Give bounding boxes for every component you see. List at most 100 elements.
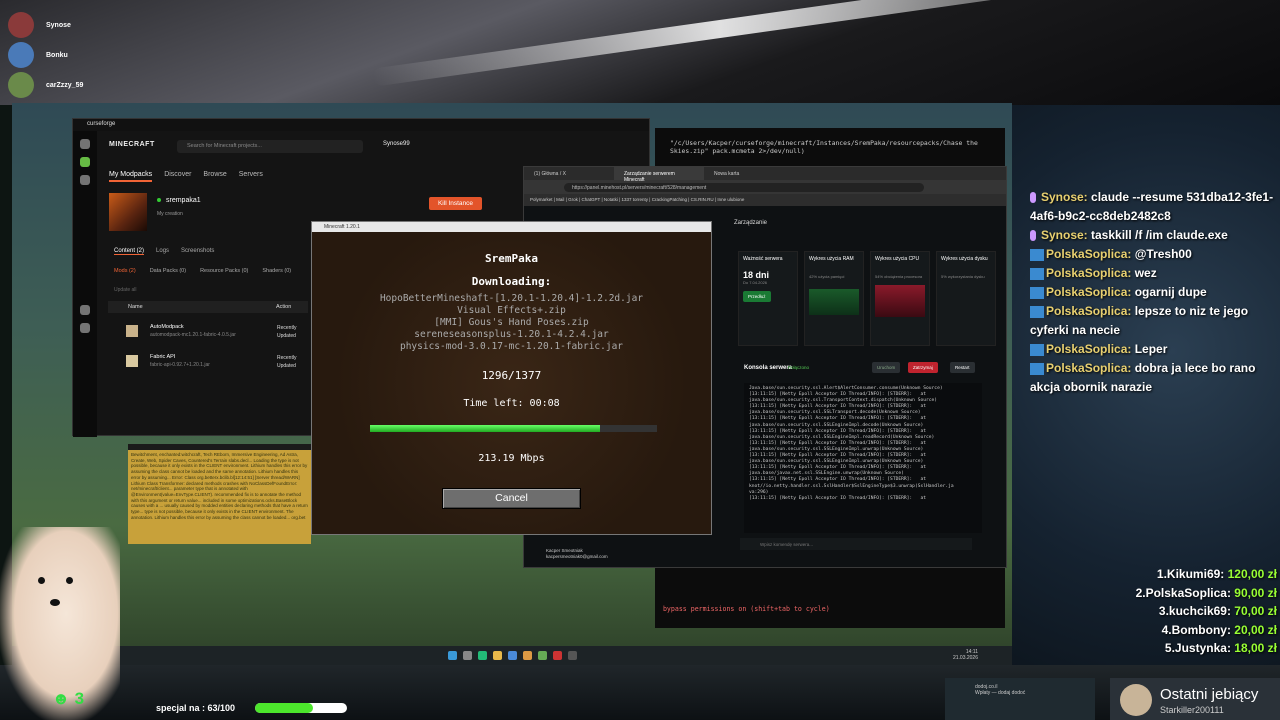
donation-amount: 20,00 zł (1234, 622, 1277, 637)
chat-text: Leper (1134, 342, 1168, 356)
tab-x[interactable]: (1) Główna / X (524, 167, 614, 180)
col-name[interactable]: Name (128, 304, 143, 310)
likes-value: 3 (74, 689, 85, 708)
address-bar: https://panel.minehost.pl/servers/minecr… (524, 180, 1006, 194)
minecraft-logo: MINECRAFT (109, 141, 155, 148)
file-list: HopoBetterMineshaft-[1.20.1-1.20.4]-1.2.… (312, 293, 711, 353)
window-title: curseforge (73, 119, 649, 131)
table-row[interactable]: Fabric API fabric-api-0.92.7+1.20.1.jar … (108, 349, 308, 375)
badge-icon (1030, 362, 1044, 375)
store-icon[interactable] (507, 651, 517, 660)
chrome-icon[interactable] (522, 651, 532, 660)
add-icon[interactable] (80, 175, 90, 185)
light-streak (372, 0, 1068, 87)
url-input[interactable]: https://panel.minehost.pl/servers/minecr… (564, 182, 924, 192)
donation-amount: 70,00 zł (1234, 604, 1277, 618)
folder-icon[interactable] (492, 651, 502, 660)
chat-message: PolskaSoplica: lepsze to niz te jego cyf… (1030, 302, 1280, 340)
donation-row: 3.kuchcik69: 70,00 zł (1136, 602, 1277, 621)
filter-resource-packs[interactable]: Resource Packs (0) (200, 268, 248, 274)
donor-name: 5.Justynka: (1164, 641, 1235, 655)
user-menu[interactable]: Synose99 (383, 141, 410, 147)
donation-row: 1.Kikumi69: 120,00 zł (1136, 565, 1277, 584)
card-title: Wykres użycia RAM (809, 256, 854, 262)
chat-message: PolskaSoplica: ogarnij dupe (1030, 283, 1280, 302)
chat-username: PolskaSoplica: (1046, 304, 1135, 318)
chat-message: Synose: claude --resume 531dba12-3fe1-4a… (1030, 188, 1280, 226)
tab-screenshots[interactable]: Screenshots (181, 248, 214, 255)
curseforge-nav: My Modpacks Discover Browse Servers (109, 171, 263, 182)
restart-button[interactable]: Restart (950, 362, 975, 373)
filter-shaders[interactable]: Shaders (0) (262, 268, 291, 274)
nav-my-modpacks[interactable]: My Modpacks (109, 171, 153, 182)
cancel-button[interactable]: Cancel (442, 488, 581, 509)
card-disk: Wykres użycia dysku 5% wykorzystania dys… (936, 251, 996, 346)
terminal-icon[interactable] (567, 651, 577, 660)
donation-amount: 90,00 zł (1234, 585, 1277, 600)
tab-new[interactable]: Nowa karta (704, 167, 794, 180)
donation-leaderboard: 1.Kikumi69: 120,00 zł 2.PolskaSoplica: 90… (1136, 565, 1277, 658)
mod-file: fabric-api-0.92.7+1.20.1.jar (150, 362, 210, 368)
chat-message: PolskaSoplica: @Tresh00 (1030, 245, 1280, 264)
search-icon[interactable] (462, 651, 472, 660)
start-button[interactable]: Uruchom (872, 362, 901, 373)
chat-message: Synose: taskkill /f /im claude.exe (1030, 226, 1280, 245)
bookmarks-bar[interactable]: Polymarket | Mail | Grok | ChatGPT | Not… (524, 194, 1006, 206)
avatar (1120, 684, 1152, 716)
chat-username: Synose: (1041, 190, 1092, 204)
discord-icon[interactable] (80, 305, 90, 315)
card-validity: Ważność serwera 18 dni Do 7.04.2026 Prze… (738, 251, 798, 346)
chat-text: @Tresh00 (1134, 247, 1192, 261)
minecraft-icon[interactable] (537, 651, 547, 660)
tab-logs[interactable]: Logs (156, 248, 169, 255)
widget-sub: Wpłaty — dodaj dodoć (975, 690, 1026, 696)
mod-status: Recently Updated (277, 325, 297, 339)
home-icon[interactable] (80, 139, 90, 149)
card-title: Wykres użycia CPU (875, 256, 920, 262)
nav-browse[interactable]: Browse (203, 171, 226, 182)
start-icon[interactable] (447, 651, 457, 660)
kill-instance-button[interactable]: Kill Instance (429, 197, 482, 210)
goal-fill (255, 703, 313, 713)
edge-icon[interactable] (477, 651, 487, 660)
filter-data-packs[interactable]: Data Packs (0) (150, 268, 186, 274)
download-screen: SremPaka Downloading: HopoBetterMineshaf… (312, 232, 711, 534)
tab-content[interactable]: Content (2) (114, 248, 145, 255)
chat-message: PolskaSoplica: Leper (1030, 340, 1280, 359)
console-log: Java.base/sun.security.ssl.Alert$AlertCo… (744, 383, 982, 533)
table-row[interactable]: AutoModpack automodpack-mc1.20.1-fabric-… (108, 319, 308, 345)
download-progress-bar (370, 425, 657, 432)
file-item: physics-mod-3.0.17-mc-1.20.1-fabric.jar (399, 341, 624, 352)
command-input[interactable]: Wpisz komendę serwera... (740, 538, 972, 550)
viewer-list: Synose Bonku carZzzy_59 (8, 10, 83, 100)
avatar (8, 42, 34, 68)
curseforge-icon[interactable] (552, 651, 562, 660)
card-sub: 54% obciążenia procesora (875, 274, 923, 279)
donation-amount: 18,00 zł (1234, 641, 1277, 655)
chat-message: PolskaSoplica: wez (1030, 264, 1280, 283)
stop-button[interactable]: Zatrzymaj (908, 362, 938, 373)
avatar (8, 12, 34, 38)
minecraft-icon[interactable] (80, 157, 90, 167)
nav-discover[interactable]: Discover (164, 171, 191, 182)
search-input[interactable]: Search for Minecraft projects... (177, 140, 363, 153)
special-goal-bar (255, 703, 347, 713)
nav-servers[interactable]: Servers (239, 171, 263, 182)
account-info[interactable]: Kacper Smeotniak kacpersmeotniak0@gmail.… (546, 548, 608, 560)
update-all-button[interactable]: Update all (114, 287, 137, 293)
mic-icon (1030, 230, 1036, 242)
file-count: 1296/1377 (481, 369, 542, 382)
terminal-output: "/c/Users/Kacper/curseforge/minecraft/In… (670, 139, 982, 155)
extend-button[interactable]: Przedłuż (743, 291, 771, 302)
avatar (8, 72, 34, 98)
browser-tabs: (1) Główna / X Zarządzanie serwerem Mine… (524, 167, 1006, 183)
filter-mods[interactable]: Mods (2) (114, 268, 136, 274)
settings-icon[interactable] (80, 323, 90, 333)
nose (50, 599, 60, 606)
section-title: Zarządzanie (734, 220, 768, 226)
likes-counter: ☻ 3 (52, 689, 85, 708)
cpu-chart (875, 285, 925, 317)
tab-server-management[interactable]: Zarządzanie serwerem Minecraft (614, 167, 704, 183)
file-item: HopoBetterMineshaft-[1.20.1-1.20.4]-1.2.… (379, 293, 644, 304)
window-title: Minecraft 1.20.1 (312, 222, 711, 232)
